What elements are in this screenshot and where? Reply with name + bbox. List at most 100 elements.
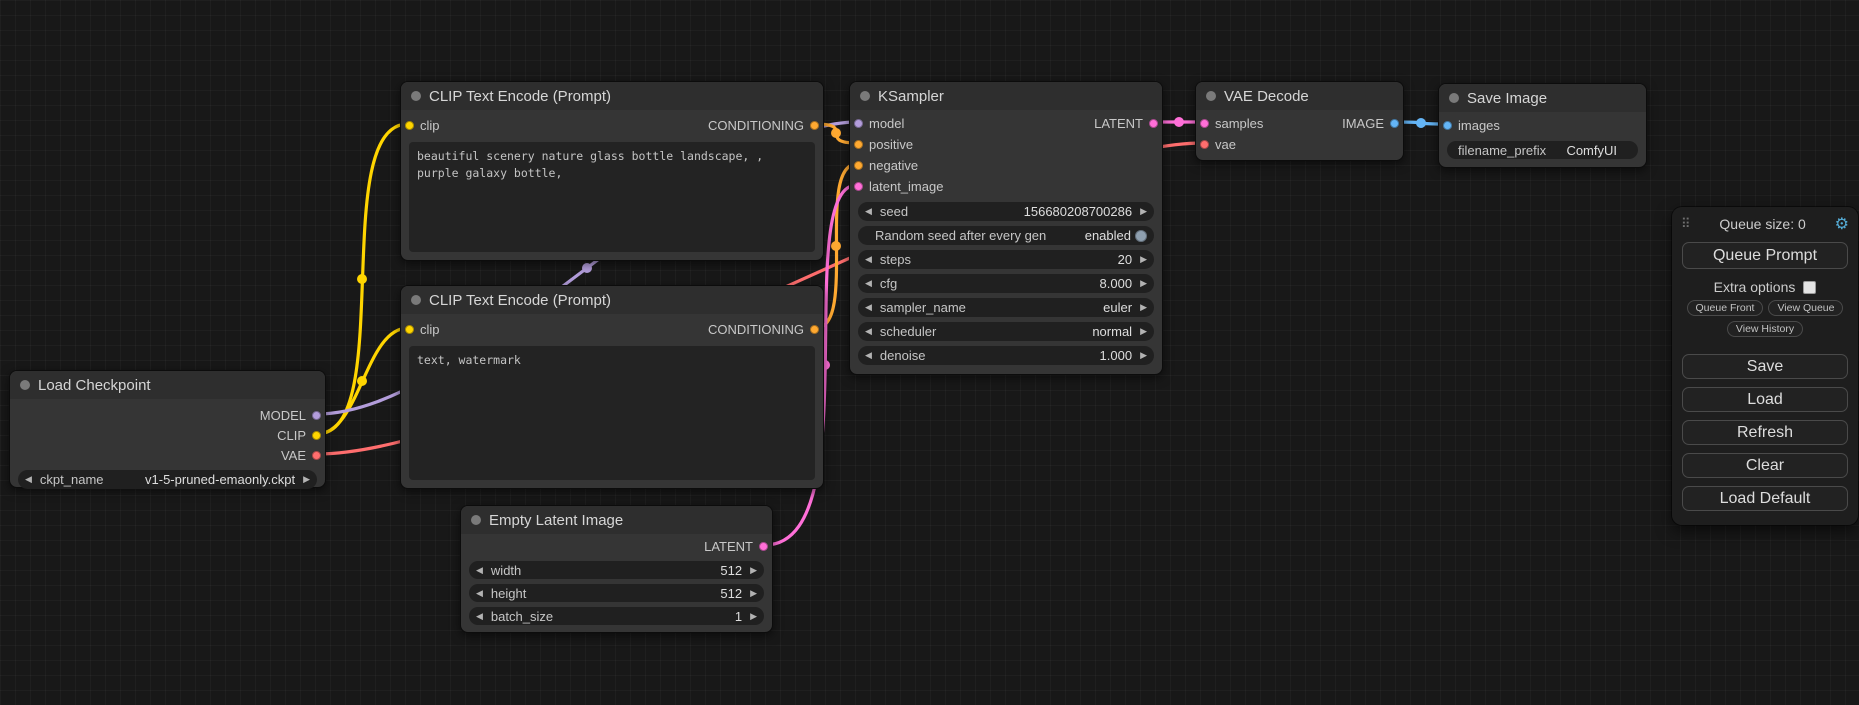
link-midpoint-dot[interactable] [582,263,592,273]
node-clip-text-encode-positive[interactable]: CLIP Text Encode (Prompt) clip CONDITION… [400,81,824,261]
increment-arrow-icon[interactable]: ▶ [1140,206,1147,217]
decrement-arrow-icon[interactable]: ◀ [476,588,483,599]
collapse-dot[interactable] [860,91,870,101]
denoise-widget[interactable]: ◀ denoise 1.000 ▶ [858,346,1154,365]
model-input-port[interactable] [854,119,863,128]
steps-widget[interactable]: ◀ steps 20 ▶ [858,250,1154,269]
cfg-widget[interactable]: ◀ cfg 8.000 ▶ [858,274,1154,293]
prev-value-arrow-icon[interactable]: ◀ [865,326,872,337]
collapse-dot[interactable] [471,515,481,525]
increment-arrow-icon[interactable]: ▶ [750,565,757,576]
positive-prompt-textarea[interactable]: beautiful scenery nature glass bottle la… [409,142,815,252]
widget-value: 1.000 [1100,348,1133,363]
increment-arrow-icon[interactable]: ▶ [750,588,757,599]
refresh-button[interactable]: Refresh [1682,420,1848,445]
node-empty-latent-image[interactable]: Empty Latent Image LATENT ◀ width 512 ▶ … [460,505,773,633]
sampler-name-widget[interactable]: ◀ sampler_name euler ▶ [858,298,1154,317]
clear-button[interactable]: Clear [1682,453,1848,478]
vae-output-port[interactable] [312,451,321,460]
height-widget[interactable]: ◀ height 512 ▶ [469,584,764,602]
link-midpoint-dot[interactable] [357,376,367,386]
scheduler-widget[interactable]: ◀ scheduler normal ▶ [858,322,1154,341]
samples-input-port[interactable] [1200,119,1209,128]
negative-input-port[interactable] [854,161,863,170]
increment-arrow-icon[interactable]: ▶ [1140,350,1147,361]
extra-options-checkbox[interactable] [1803,281,1816,294]
view-history-button[interactable]: View History [1727,321,1803,337]
latent-image-input-port[interactable] [854,182,863,191]
queue-front-button[interactable]: Queue Front [1687,300,1764,316]
node-titlebar[interactable]: Empty Latent Image [461,506,772,534]
ckpt-name-widget[interactable]: ◀ ckpt_name v1-5-pruned-emaonly.ckpt ▶ [18,470,317,489]
link-midpoint-dot[interactable] [1174,117,1184,127]
collapse-dot[interactable] [20,380,30,390]
node-title: Empty Latent Image [489,512,623,529]
clip-input-port[interactable] [405,121,414,130]
view-queue-button[interactable]: View Queue [1768,300,1843,316]
clip-output-port[interactable] [312,431,321,440]
width-widget[interactable]: ◀ width 512 ▶ [469,561,764,579]
collapse-dot[interactable] [411,295,421,305]
next-value-arrow-icon[interactable]: ▶ [303,474,310,485]
collapse-dot[interactable] [411,91,421,101]
model-output-port[interactable] [312,411,321,420]
vae-output: VAE [10,445,325,465]
decrement-arrow-icon[interactable]: ◀ [476,565,483,576]
settings-gear-icon[interactable]: ⚙ [1835,214,1849,234]
decrement-arrow-icon[interactable]: ◀ [865,206,872,217]
node-titlebar[interactable]: VAE Decode [1196,82,1403,110]
drag-handle-icon[interactable]: ⠿ [1681,216,1691,232]
node-ksampler[interactable]: KSampler model positive negative latent_… [849,81,1163,375]
link-midpoint-dot[interactable] [357,274,367,284]
conditioning-output-port[interactable] [810,325,819,334]
prev-value-arrow-icon[interactable]: ◀ [25,474,32,485]
latent-output-port[interactable] [759,542,768,551]
node-titlebar[interactable]: Load Checkpoint [10,371,325,399]
clip-input-port[interactable] [405,325,414,334]
toggle-indicator[interactable] [1135,230,1147,242]
seed-widget[interactable]: ◀ seed 156680208700286 ▶ [858,202,1154,221]
link-midpoint-dot[interactable] [1416,118,1426,128]
negative-prompt-textarea[interactable]: text, watermark [409,346,815,480]
link-midpoint-dot[interactable] [831,241,841,251]
latent-output-port[interactable] [1149,119,1158,128]
decrement-arrow-icon[interactable]: ◀ [865,350,872,361]
random-seed-toggle-widget[interactable]: Random seed after every gen enabled [858,226,1154,245]
decrement-arrow-icon[interactable]: ◀ [865,254,872,265]
images-input-port[interactable] [1443,121,1452,130]
load-button[interactable]: Load [1682,387,1848,412]
widget-value: enabled [1085,228,1131,243]
decrement-arrow-icon[interactable]: ◀ [865,278,872,289]
node-titlebar[interactable]: CLIP Text Encode (Prompt) [401,82,823,110]
queue-prompt-button[interactable]: Queue Prompt [1682,242,1848,269]
save-button[interactable]: Save [1682,354,1848,379]
conditioning-output-port[interactable] [810,121,819,130]
negative-input-label: negative [869,158,918,173]
clip-output-label: CLIP [277,428,306,443]
prev-value-arrow-icon[interactable]: ◀ [865,302,872,313]
node-titlebar[interactable]: Save Image [1439,84,1646,112]
node-vae-decode[interactable]: VAE Decode samples vae IMAGE [1195,81,1404,161]
image-output-port[interactable] [1390,119,1399,128]
decrement-arrow-icon[interactable]: ◀ [476,611,483,622]
collapse-dot[interactable] [1206,91,1216,101]
node-titlebar[interactable]: CLIP Text Encode (Prompt) [401,286,823,314]
vae-input-port[interactable] [1200,140,1209,149]
next-value-arrow-icon[interactable]: ▶ [1140,302,1147,313]
increment-arrow-icon[interactable]: ▶ [750,611,757,622]
positive-input-port[interactable] [854,140,863,149]
next-value-arrow-icon[interactable]: ▶ [1140,326,1147,337]
clip-input-label: clip [420,322,440,337]
node-clip-text-encode-negative[interactable]: CLIP Text Encode (Prompt) clip CONDITION… [400,285,824,489]
node-titlebar[interactable]: KSampler [850,82,1162,110]
load-default-button[interactable]: Load Default [1682,486,1848,511]
node-load-checkpoint[interactable]: Load Checkpoint MODEL CLIP VAE ◀ ckpt_na… [9,370,326,488]
latent-image-input-label: latent_image [869,179,943,194]
node-save-image[interactable]: Save Image images filename_prefix ComfyU… [1438,83,1647,168]
increment-arrow-icon[interactable]: ▶ [1140,254,1147,265]
collapse-dot[interactable] [1449,93,1459,103]
batch-size-widget[interactable]: ◀ batch_size 1 ▶ [469,607,764,625]
filename-prefix-widget[interactable]: filename_prefix ComfyUI [1447,141,1638,159]
increment-arrow-icon[interactable]: ▶ [1140,278,1147,289]
link-midpoint-dot[interactable] [831,128,841,138]
